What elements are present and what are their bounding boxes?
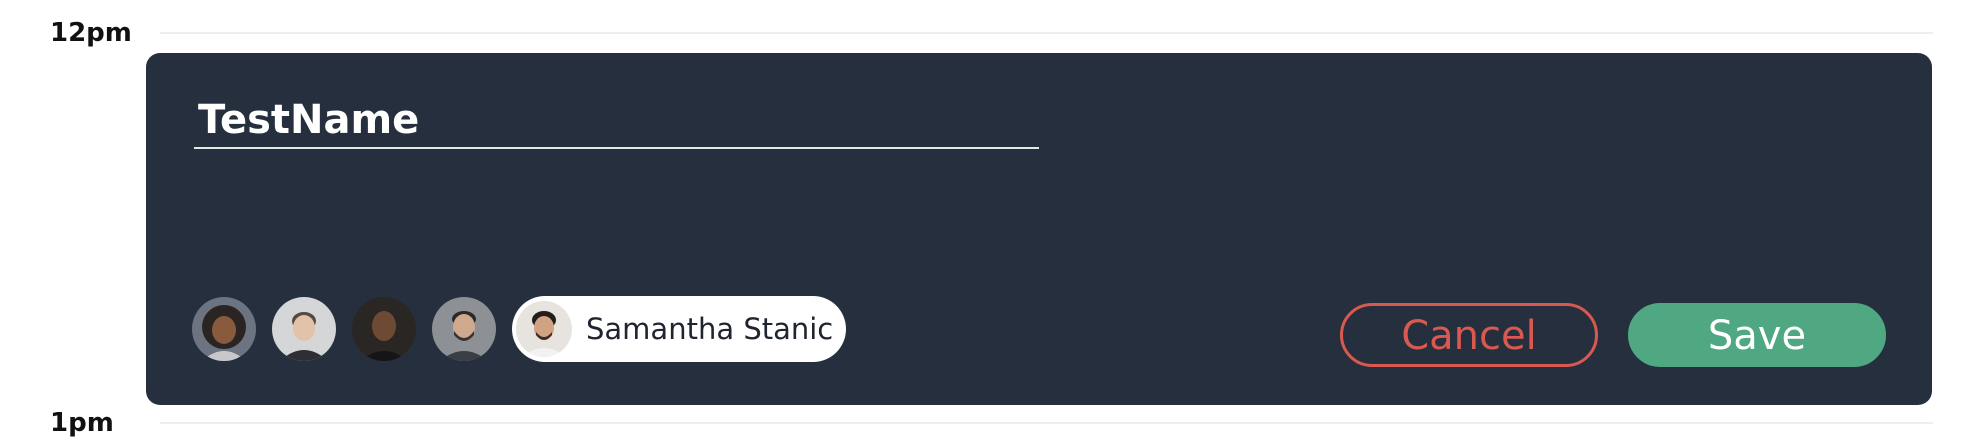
avatar-woman-curly-hair-icon (192, 297, 256, 361)
save-button[interactable]: Save (1628, 303, 1886, 367)
selected-attendee-chip[interactable]: Samantha Stanic (512, 296, 846, 362)
hour-label-12pm: 12pm (50, 18, 132, 48)
avatar-man-light-shirt-icon (272, 297, 336, 361)
avatar-man-bald-dark-icon (352, 297, 416, 361)
attendee-avatar[interactable] (272, 297, 336, 361)
attendee-avatar[interactable] (192, 297, 256, 361)
hour-label-1pm: 1pm (50, 408, 114, 438)
attendee-avatar[interactable] (432, 297, 496, 361)
hour-gridline (160, 422, 1933, 424)
attendee-name: Samantha Stanic (586, 312, 834, 346)
avatar-man-beard-icon (432, 297, 496, 361)
event-title-input[interactable] (194, 93, 1039, 149)
attendee-avatar (516, 301, 572, 357)
hour-gridline (160, 32, 1933, 34)
attendee-avatar[interactable] (352, 297, 416, 361)
avatar-man-dark-hair-icon (516, 301, 572, 357)
cancel-button[interactable]: Cancel (1340, 303, 1598, 367)
event-editor-card: Samantha Stanic Cancel Save (146, 53, 1932, 405)
